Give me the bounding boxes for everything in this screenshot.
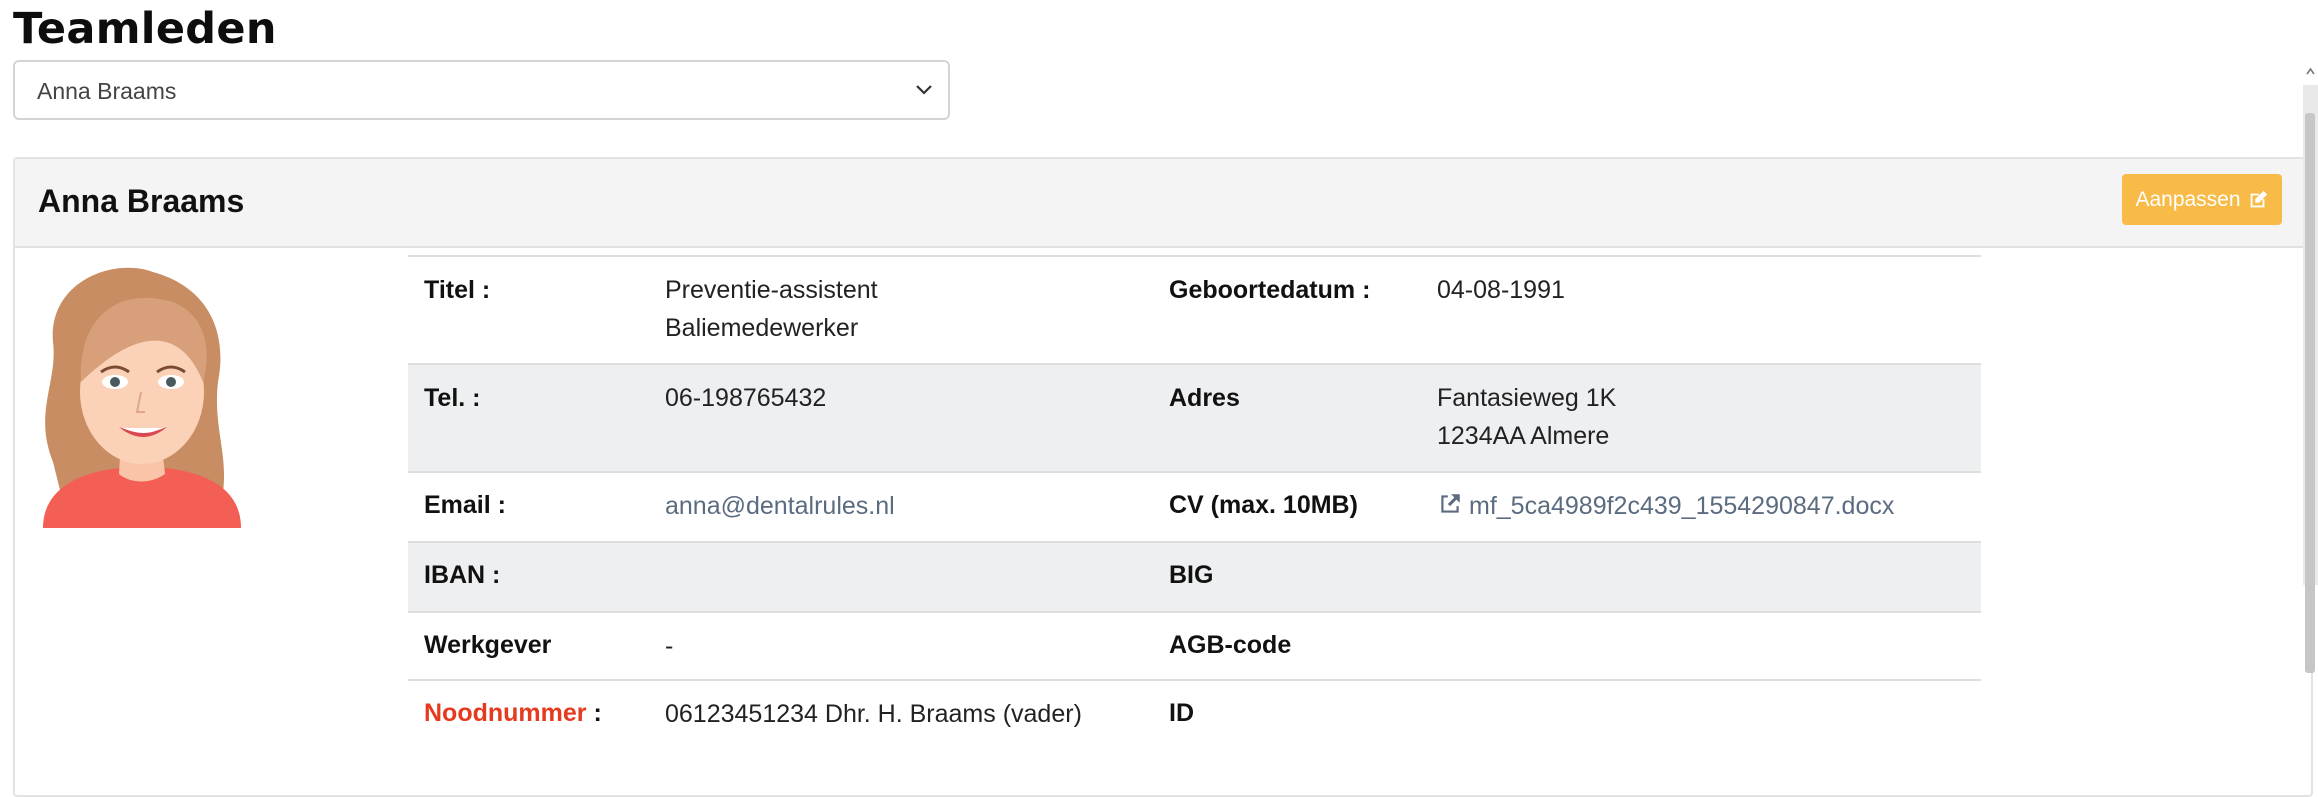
cv-file-link[interactable]: mf_5ca4989f2c439_1554290847.docx (1437, 492, 1894, 520)
table-row: IBAN : BIG (408, 542, 1981, 612)
email-label: Email : (424, 491, 506, 519)
page-title: Teamleden (13, 4, 277, 54)
member-select[interactable]: Anna Braams (13, 60, 950, 120)
titel-line: Preventie-assistent (665, 276, 878, 304)
big-value (1421, 542, 1981, 612)
edit-button[interactable]: Aanpassen (2122, 174, 2282, 225)
card-header: Anna Braams Aanpassen (15, 159, 2311, 248)
member-select-value: Anna Braams (37, 78, 177, 104)
scrollbar-thumb[interactable] (2305, 113, 2315, 673)
edit-icon (2250, 190, 2267, 207)
titel-label: Titel : (424, 276, 491, 304)
titel-value: Preventie-assistent Baliemedewerker (649, 256, 1153, 364)
chevron-down-icon (916, 85, 932, 95)
adres-label: Adres (1169, 384, 1240, 412)
member-name: Anna Braams (38, 183, 245, 219)
cv-label: CV (max. 10MB) (1169, 491, 1358, 519)
geboortedatum-label: Geboortedatum : (1169, 276, 1371, 304)
id-label: ID (1169, 699, 1194, 727)
noodnummer-value: 06123451234 Dhr. H. Braams (vader) (665, 700, 1082, 728)
table-row: Noodnummer : 06123451234 Dhr. H. Braams … (408, 680, 1981, 750)
noodnummer-label-cell: Noodnummer : (408, 680, 649, 750)
geboortedatum-value: 04-08-1991 (1437, 276, 1565, 304)
avatar (43, 267, 241, 528)
noodnummer-label-suffix: : (586, 699, 602, 727)
scrollbar[interactable] (2303, 85, 2318, 673)
member-details-table: Titel : Preventie-assistent Baliemedewer… (408, 255, 1981, 750)
adres-line: Fantasieweg 1K (1437, 384, 1617, 412)
adres-line: 1234AA Almere (1437, 422, 1610, 450)
email-link[interactable]: anna@dentalrules.nl (665, 492, 895, 520)
agb-label: AGB-code (1169, 631, 1292, 659)
external-link-icon (1441, 494, 1460, 513)
table-row: Tel. : 06-198765432 Adres Fantasieweg 1K… (408, 364, 1981, 472)
adres-value: Fantasieweg 1K 1234AA Almere (1421, 364, 1981, 472)
id-value (1421, 680, 1981, 750)
iban-value (649, 542, 1153, 612)
titel-line: Baliemedewerker (665, 314, 859, 342)
werkgever-label: Werkgever (424, 631, 552, 659)
tel-value: 06-198765432 (665, 384, 827, 412)
scroll-up-icon[interactable] (2303, 60, 2318, 82)
edit-button-label: Aanpassen (2135, 187, 2241, 211)
cv-file-name: mf_5ca4989f2c439_1554290847.docx (1469, 492, 1895, 520)
werkgever-value: - (665, 632, 674, 660)
iban-label: IBAN : (424, 561, 501, 589)
tel-label: Tel. : (424, 384, 481, 412)
table-row: Email : anna@dentalrules.nl CV (max. 10M… (408, 472, 1981, 542)
agb-value (1421, 612, 1981, 680)
noodnummer-label: Noodnummer (424, 699, 587, 727)
table-row: Titel : Preventie-assistent Baliemedewer… (408, 256, 1981, 364)
table-row: Werkgever - AGB-code (408, 612, 1981, 680)
big-label: BIG (1169, 561, 1214, 589)
